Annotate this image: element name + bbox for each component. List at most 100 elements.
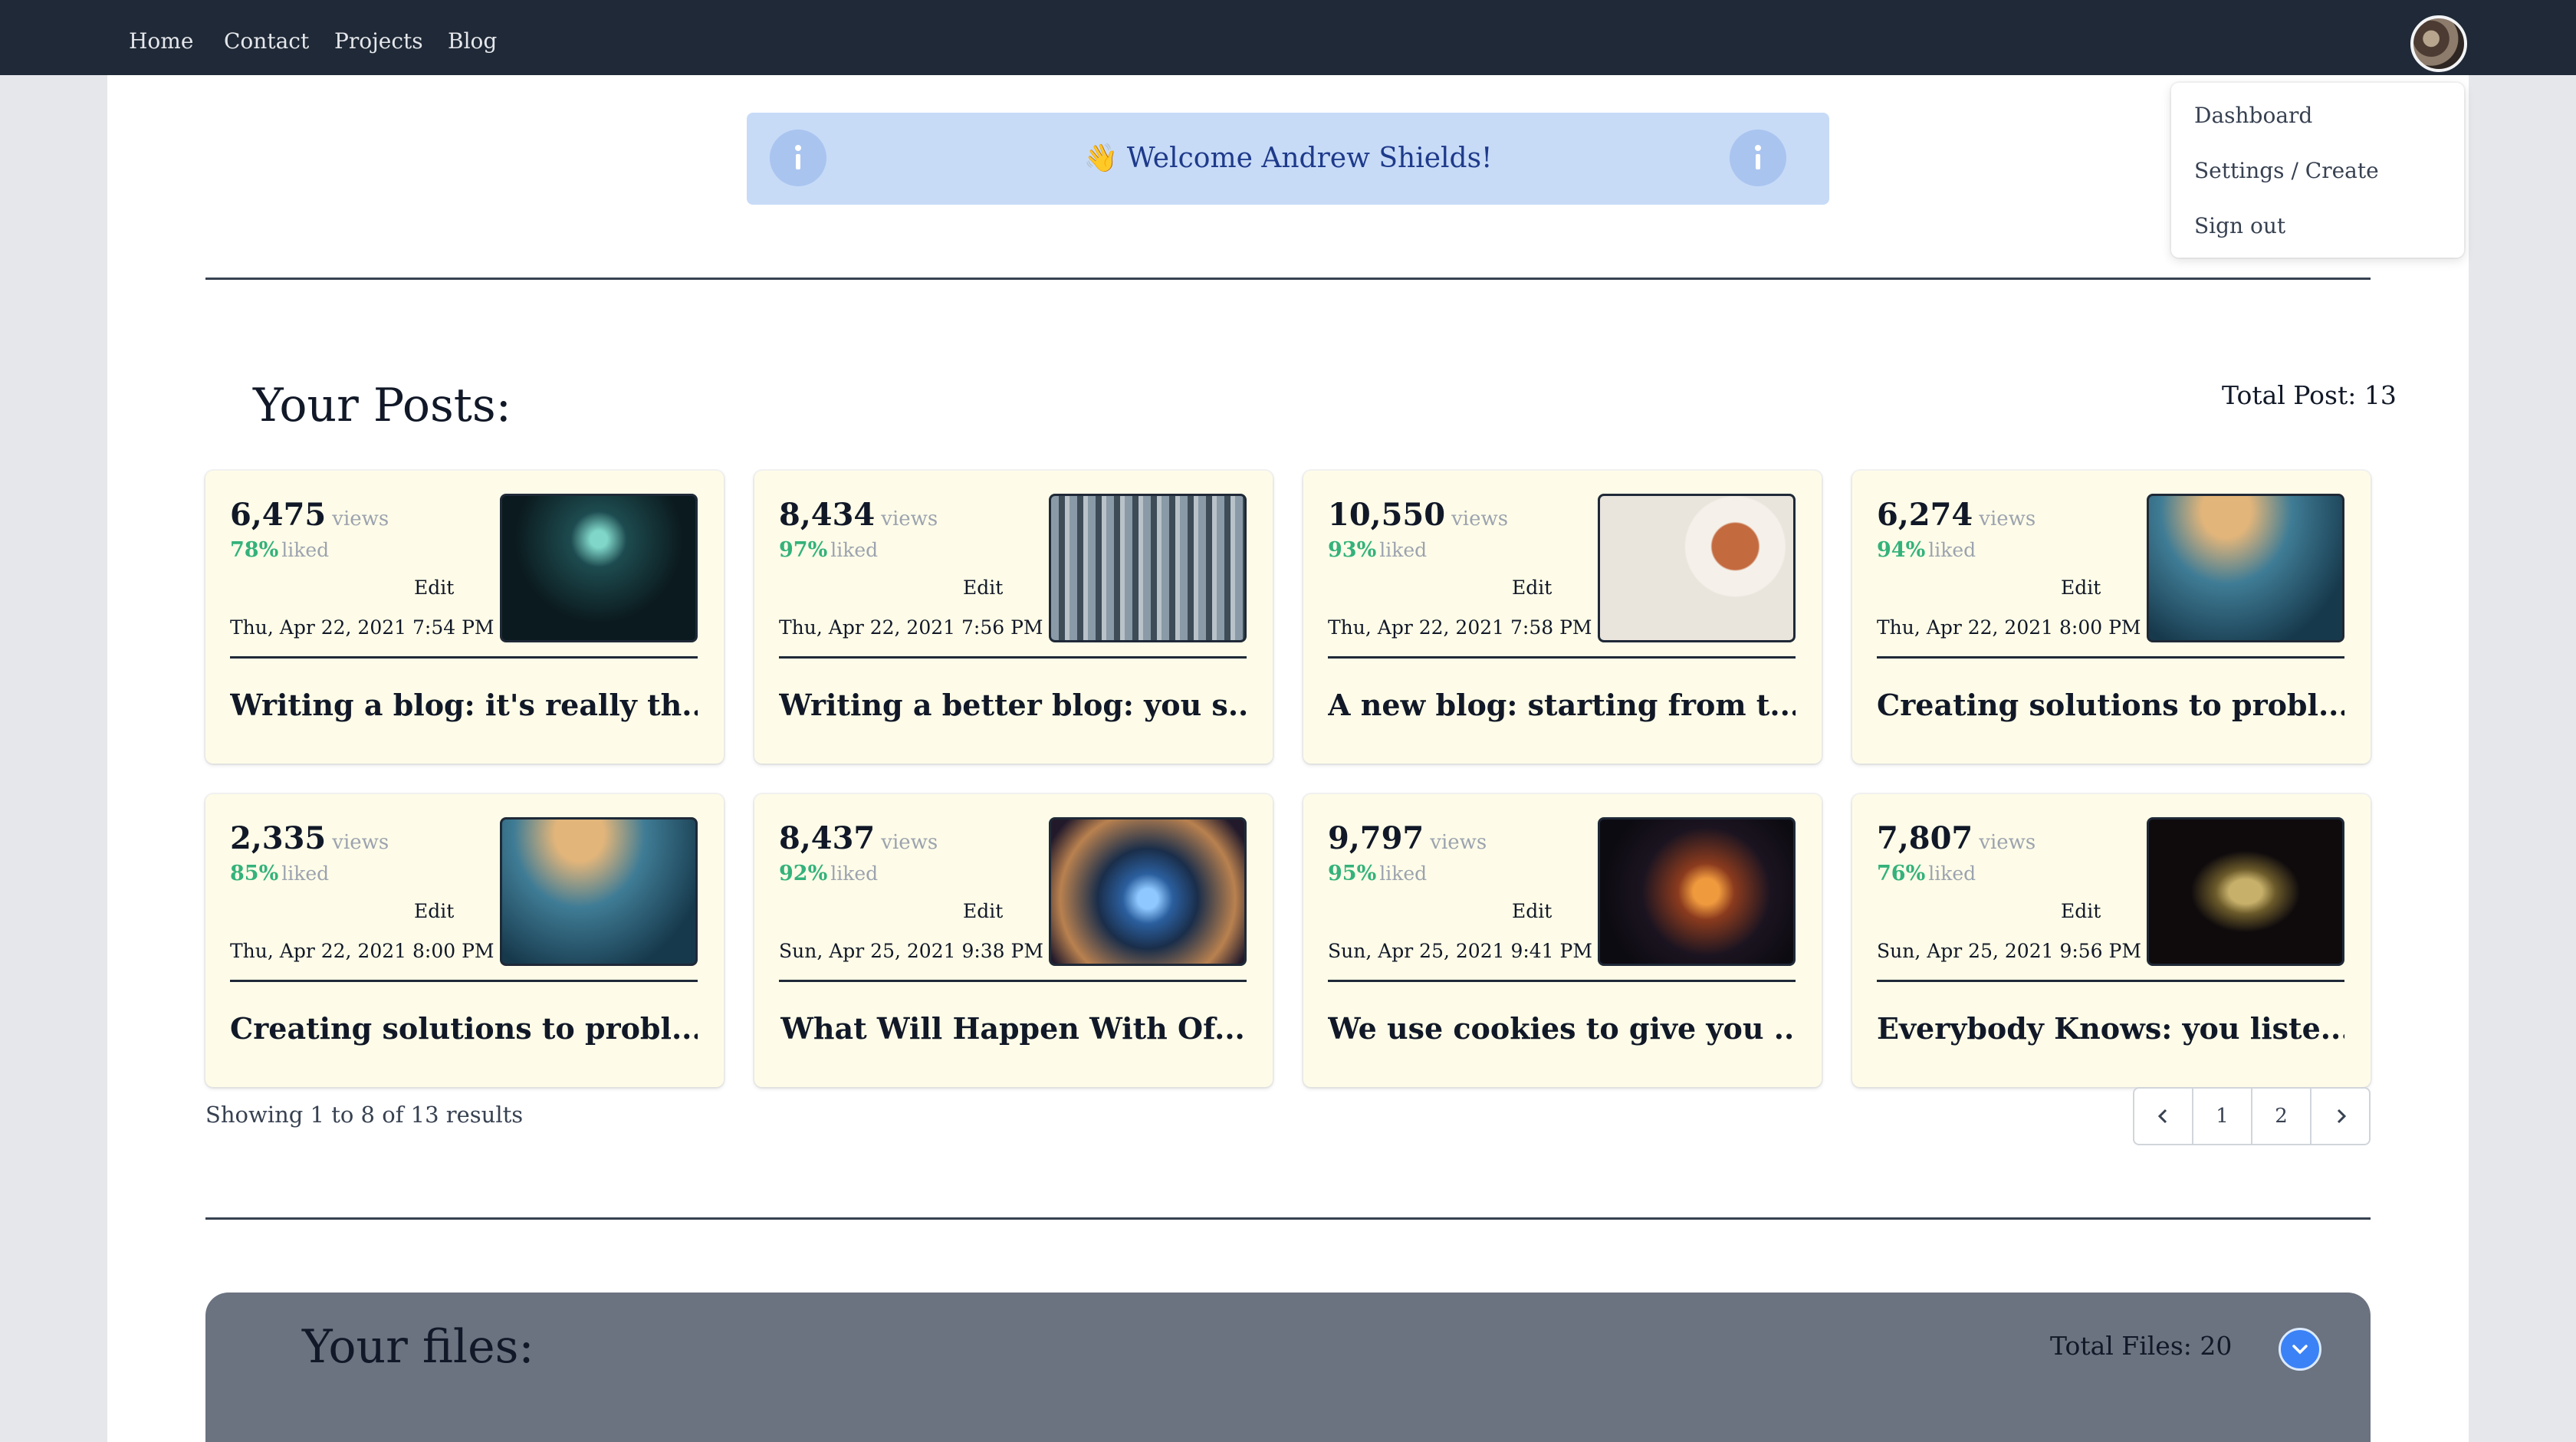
pagination-next-button[interactable] (2312, 1089, 2369, 1144)
post-liked-percent: 76% (1877, 862, 1926, 885)
post-views-count: 8,437 (779, 820, 876, 856)
post-date: Thu, Apr 22, 2021 7:58 PM (1328, 616, 1592, 639)
post-liked-percent: 97% (779, 538, 828, 562)
liked-label: liked (281, 862, 330, 885)
post-liked-percent: 95% (1328, 862, 1377, 885)
post-liked: 93% liked (1328, 538, 1427, 563)
post-title[interactable]: A new blog: starting from t... (1328, 687, 1796, 724)
post-views-count: 10,550 (1328, 497, 1446, 533)
post-card[interactable]: 9,797 views 95% liked Edit Sun, Apr 25, 20… (1303, 794, 1822, 1087)
nav-link-home[interactable]: Home (129, 28, 193, 55)
user-dropdown-menu: Dashboard Settings / Create Sign out (2171, 83, 2464, 258)
results-summary: Showing 1 to 8 of 13 results (205, 1102, 524, 1128)
liked-label: liked (830, 862, 879, 885)
post-edit-link[interactable]: Edit (2061, 900, 2101, 923)
pagination-page-2[interactable]: 2 (2252, 1089, 2312, 1144)
pagination-page-1[interactable]: 1 (2193, 1089, 2252, 1144)
post-liked: 94% liked (1877, 538, 1976, 563)
post-date: Sun, Apr 25, 2021 9:41 PM (1328, 940, 1592, 962)
post-title[interactable]: What Will Happen With Of... (779, 1010, 1247, 1047)
menu-item-dashboard[interactable]: Dashboard (2194, 103, 2312, 129)
views-label: views (332, 507, 389, 530)
post-liked-percent: 93% (1328, 538, 1377, 562)
chevron-right-icon (2337, 1109, 2346, 1124)
post-views-count: 6,274 (1877, 497, 1973, 533)
post-liked-percent: 92% (779, 862, 828, 885)
views-label: views (1430, 831, 1487, 854)
post-liked: 85% liked (230, 862, 329, 886)
post-card[interactable]: 7,807 views 76% liked Edit Sun, Apr 25, 20… (1852, 794, 2371, 1087)
chevron-left-icon (2157, 1109, 2167, 1124)
liked-label: liked (1928, 862, 1976, 885)
nav-link-contact[interactable]: Contact (224, 28, 309, 55)
post-thumbnail (1049, 494, 1247, 642)
post-thumbnail (500, 494, 698, 642)
menu-item-sign-out[interactable]: Sign out (2194, 213, 2285, 239)
liked-label: liked (1379, 862, 1428, 885)
post-title[interactable]: Everybody Knows: you liste... (1877, 1010, 2344, 1047)
post-date: Sun, Apr 25, 2021 9:38 PM (779, 940, 1043, 962)
post-date: Thu, Apr 22, 2021 8:00 PM (1877, 616, 2141, 639)
post-edit-link[interactable]: Edit (963, 900, 1003, 923)
post-card[interactable]: 2,335 views 85% liked Edit Thu, Apr 22, 20… (205, 794, 724, 1087)
post-card[interactable]: 8,434 views 97% liked Edit Thu, Apr 22, 20… (754, 471, 1273, 764)
files-panel: Your files: Total Files: 20 (205, 1293, 2371, 1442)
card-divider (230, 656, 698, 659)
post-date: Sun, Apr 25, 2021 9:56 PM (1877, 940, 2141, 962)
nav-link-blog[interactable]: Blog (448, 28, 497, 55)
post-liked: 76% liked (1877, 862, 1976, 886)
post-card[interactable]: 10,550 views 93% liked Edit Thu, Apr 22, 2… (1303, 471, 1822, 764)
post-thumbnail (2147, 817, 2344, 966)
post-liked-percent: 94% (1877, 538, 1926, 562)
post-title[interactable]: Creating solutions to probl... (230, 1010, 698, 1047)
post-thumbnail (2147, 494, 2344, 642)
post-date: Thu, Apr 22, 2021 8:00 PM (230, 940, 495, 962)
posts-section-title: Your Posts: (253, 379, 511, 432)
section-divider (205, 278, 2371, 280)
card-divider (1328, 980, 1796, 982)
post-thumbnail (1598, 817, 1796, 966)
post-edit-link[interactable]: Edit (963, 576, 1003, 599)
post-edit-link[interactable]: Edit (1512, 900, 1552, 923)
nav-link-projects[interactable]: Projects (334, 28, 423, 55)
post-views-count: 7,807 (1877, 820, 1973, 856)
post-card[interactable]: 8,437 views 92% liked Edit Sun, Apr 25, 20… (754, 794, 1273, 1087)
info-icon (1730, 130, 1786, 186)
post-liked: 97% liked (779, 538, 878, 563)
views-label: views (1979, 507, 2036, 530)
post-card[interactable]: 6,475 views 78% liked Edit Thu, Apr 22, 20… (205, 471, 724, 764)
card-divider (1328, 656, 1796, 659)
user-avatar-button[interactable] (2410, 15, 2467, 72)
post-thumbnail (500, 817, 698, 966)
card-divider (230, 980, 698, 982)
post-views-count: 8,434 (779, 497, 876, 533)
post-title[interactable]: Creating solutions to probl... (1877, 687, 2344, 724)
post-edit-link[interactable]: Edit (414, 900, 454, 923)
liked-label: liked (830, 539, 879, 561)
post-views: 9,797 views (1328, 820, 1487, 861)
post-edit-link[interactable]: Edit (414, 576, 454, 599)
card-divider (1877, 980, 2344, 982)
total-files-count: Total Files: 20 (2050, 1331, 2233, 1361)
welcome-banner: 👋 Welcome Andrew Shields! (747, 113, 1829, 205)
views-label: views (332, 831, 389, 854)
views-label: views (881, 831, 938, 854)
post-views: 8,434 views (779, 497, 938, 537)
pagination-prev-button[interactable] (2134, 1089, 2193, 1144)
card-divider (779, 656, 1247, 659)
post-title[interactable]: Writing a better blog: you s... (779, 687, 1247, 724)
welcome-message: 👋 Welcome Andrew Shields! (1083, 143, 1493, 174)
menu-item-settings-create[interactable]: Settings / Create (2194, 158, 2379, 184)
post-views: 6,475 views (230, 497, 389, 537)
top-navbar: Home Contact Projects Blog (0, 0, 2576, 75)
section-divider (205, 1217, 2371, 1220)
liked-label: liked (1379, 539, 1428, 561)
post-title[interactable]: Writing a blog: it's really th... (230, 687, 698, 724)
views-label: views (881, 507, 938, 530)
files-section-title: Your files: (302, 1320, 534, 1374)
post-edit-link[interactable]: Edit (2061, 576, 2101, 599)
post-title[interactable]: We use cookies to give you ... (1328, 1010, 1796, 1047)
post-edit-link[interactable]: Edit (1512, 576, 1552, 599)
expand-files-button[interactable] (2279, 1328, 2321, 1371)
post-card[interactable]: 6,274 views 94% liked Edit Thu, Apr 22, 20… (1852, 471, 2371, 764)
